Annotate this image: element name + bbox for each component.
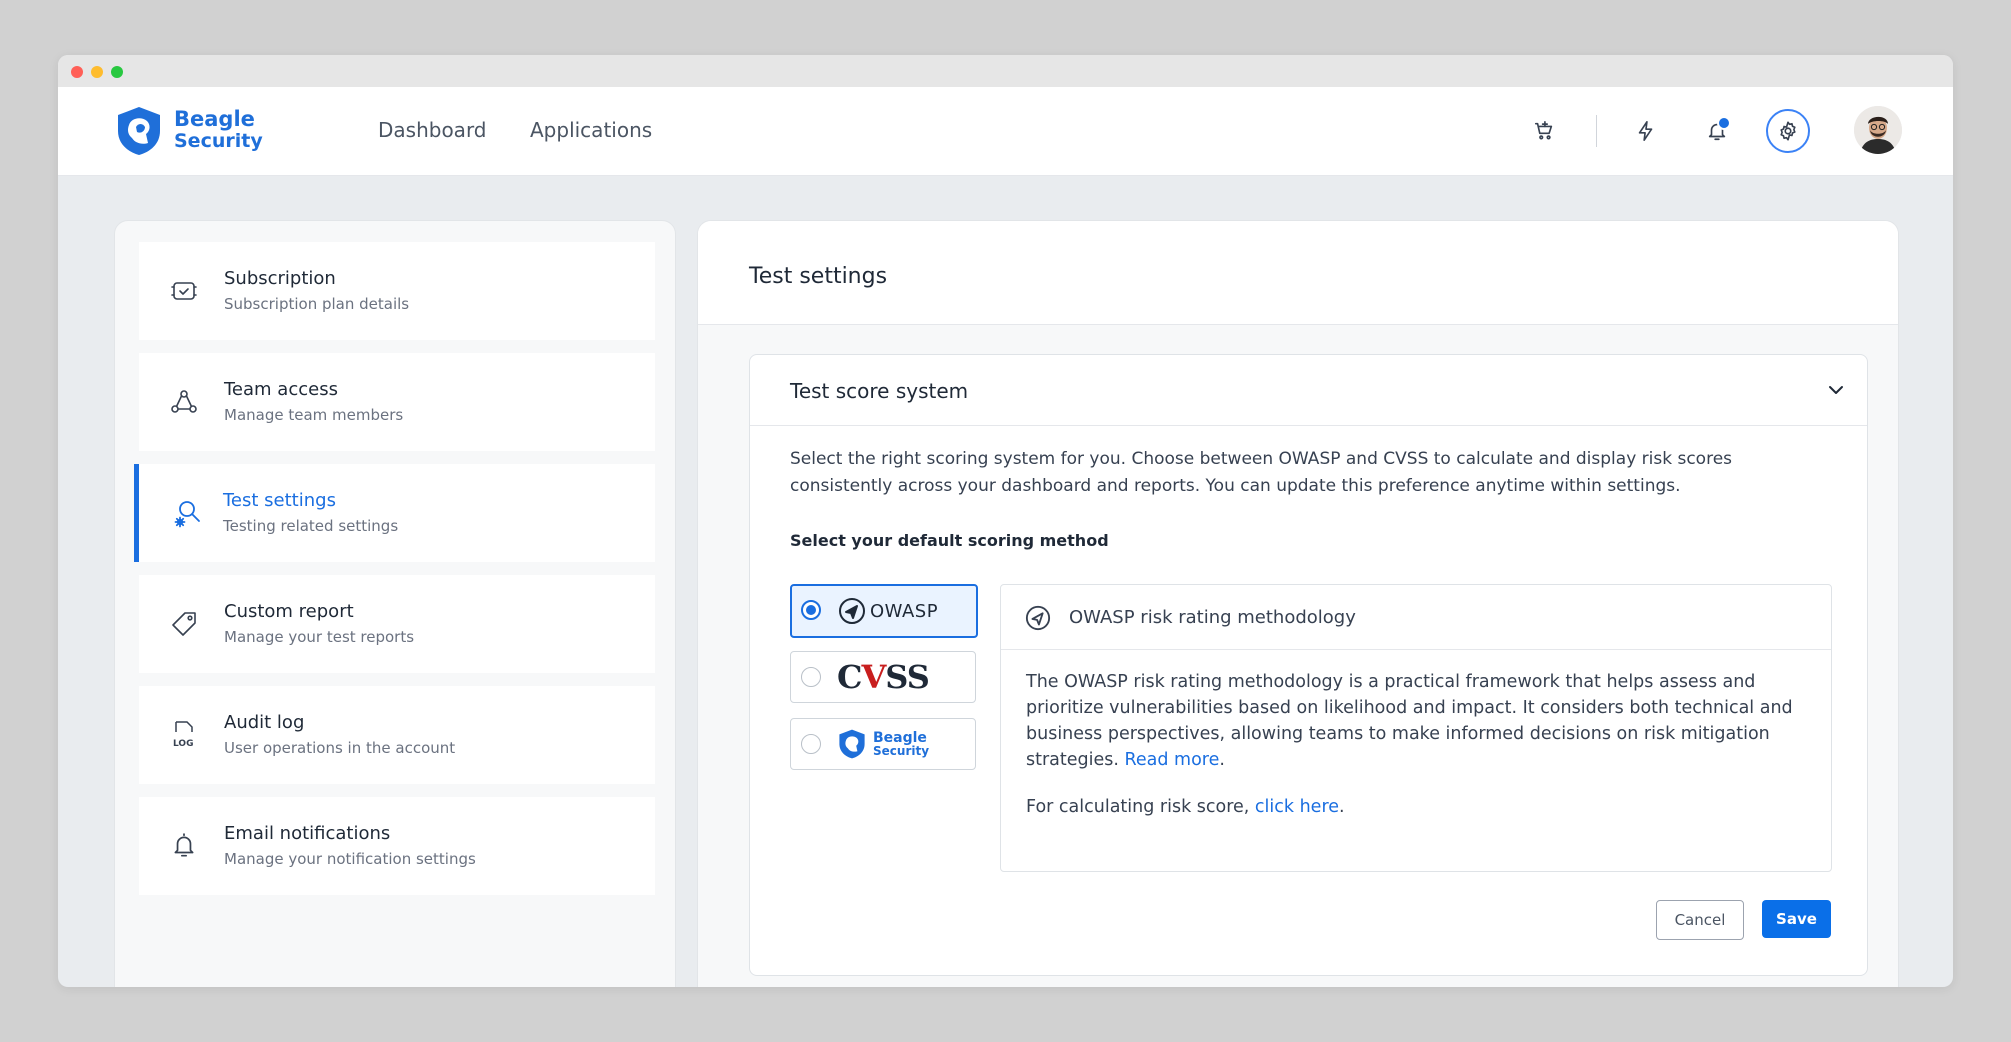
card-description: Select the right scoring system for you.…	[790, 449, 1733, 496]
sidebar-item-title: Test settings	[223, 490, 336, 511]
option-owasp[interactable]: OWASP	[790, 584, 978, 638]
test-settings-icon	[173, 498, 203, 528]
tag-icon	[169, 609, 199, 639]
cancel-button[interactable]: Cancel	[1656, 900, 1744, 940]
team-icon	[169, 387, 199, 417]
settings-button[interactable]	[1766, 109, 1810, 153]
sidebar-item-title: Team access	[224, 379, 338, 400]
sidebar-item-subscription[interactable]: Subscription Subscription plan details	[139, 242, 655, 340]
sidebar-item-test-settings[interactable]: Test settings Testing related settings	[134, 464, 655, 562]
close-window-button[interactable]	[71, 66, 83, 78]
option-cvss[interactable]: CVSS	[790, 651, 976, 703]
notification-dot	[1717, 116, 1731, 130]
beagle-mini-line2: Security	[873, 744, 930, 758]
sidebar-item-subtitle: Manage your notification settings	[224, 850, 476, 868]
cart-icon	[1534, 121, 1553, 140]
cvss-logo: CVSS	[837, 658, 930, 696]
sidebar-item-email-notifications[interactable]: Email notifications Manage your notifica…	[139, 797, 655, 895]
radio-owasp[interactable]	[801, 600, 821, 620]
owasp-icon	[1025, 605, 1051, 631]
detail-title: OWASP risk rating methodology	[1069, 607, 1356, 628]
beagle-security-mini-text: Beagle Security	[873, 731, 929, 757]
sidebar-item-team-access[interactable]: Team access Manage team members	[139, 353, 655, 451]
logo-text-line1: Beagle	[174, 107, 255, 131]
sidebar-item-subtitle: Testing related settings	[223, 517, 399, 535]
beagle-shield-icon	[118, 107, 160, 155]
period: .	[1219, 750, 1225, 770]
save-button[interactable]: Save	[1762, 900, 1831, 938]
window-titlebar	[58, 55, 1953, 87]
sidebar-item-subtitle: Subscription plan details	[224, 295, 410, 313]
option-beagle-security[interactable]: Beagle Security	[790, 718, 976, 770]
cart-button[interactable]	[1528, 115, 1560, 147]
subscription-icon	[169, 276, 199, 306]
calc-prefix: For calculating risk score,	[1026, 797, 1255, 817]
page-title: Test settings	[749, 264, 888, 289]
radio-beagle-security[interactable]	[801, 734, 821, 754]
quick-actions-button[interactable]	[1630, 115, 1662, 147]
card-title: Test score system	[790, 379, 969, 403]
log-icon: LOG	[169, 720, 199, 750]
main-header: Test settings	[698, 221, 1898, 325]
detail-body: The OWASP risk rating methodology is a p…	[1026, 669, 1816, 841]
browser-window: Beagle Security Dashboard Applications S…	[58, 55, 1953, 987]
read-more-link[interactable]: Read more	[1125, 750, 1220, 770]
user-avatar[interactable]	[1854, 106, 1902, 154]
main-panel: Test settings Test score system Select t…	[697, 220, 1899, 987]
maximize-window-button[interactable]	[111, 66, 123, 78]
method-detail-panel: OWASP risk rating methodology The OWASP …	[1000, 584, 1832, 872]
owasp-logo-text: OWASP	[870, 600, 939, 622]
sidebar-item-subtitle: User operations in the account	[224, 739, 456, 757]
nav-divider	[1596, 115, 1597, 147]
settings-sidebar: Subscription Subscription plan details T…	[114, 220, 676, 987]
nav-dashboard-link[interactable]: Dashboard	[378, 118, 487, 142]
scoring-method-label: Select your default scoring method	[790, 531, 1109, 550]
sidebar-item-subtitle: Manage your test reports	[224, 628, 415, 646]
test-score-system-card: Test score system Select the right scori…	[749, 354, 1868, 976]
bell-icon	[169, 831, 199, 861]
period: .	[1339, 797, 1345, 817]
gear-icon	[1780, 121, 1796, 141]
nav-applications-link[interactable]: Applications	[530, 118, 652, 142]
sidebar-item-title: Custom report	[224, 601, 354, 622]
beagle-security-mini-logo: Beagle Security	[837, 729, 929, 759]
sidebar-item-subtitle: Manage team members	[224, 406, 404, 424]
detail-header: OWASP risk rating methodology	[1001, 585, 1831, 650]
owasp-logo: OWASP	[838, 596, 938, 626]
card-header-toggle[interactable]: Test score system	[750, 355, 1867, 426]
sidebar-item-title: Subscription	[224, 268, 336, 289]
logo-text-line2: Security	[174, 130, 263, 152]
user-avatar-image	[1854, 106, 1902, 154]
chevron-down-icon[interactable]	[1825, 379, 1847, 401]
sidebar-item-audit-log[interactable]: LOG Audit log User operations in the acc…	[139, 686, 655, 784]
top-navigation: Beagle Security Dashboard Applications	[58, 87, 1953, 176]
cvss-logo-text: CVSS	[837, 658, 930, 696]
radio-cvss[interactable]	[801, 667, 821, 687]
minimize-window-button[interactable]	[91, 66, 103, 78]
owasp-icon	[839, 598, 865, 624]
sidebar-item-title: Email notifications	[224, 823, 391, 844]
click-here-link[interactable]: click here	[1255, 797, 1339, 817]
sidebar-item-title: Audit log	[224, 712, 305, 733]
sidebar-item-custom-report[interactable]: Custom report Manage your test reports	[139, 575, 655, 673]
beagle-shield-icon	[839, 729, 865, 759]
calc-paragraph: For calculating risk score, click here.	[1026, 794, 1816, 820]
bolt-icon	[1638, 121, 1653, 141]
beagle-security-logo[interactable]: Beagle Security	[114, 103, 264, 157]
notifications-button[interactable]	[1701, 115, 1733, 147]
detail-paragraph: The OWASP risk rating methodology is a p…	[1026, 669, 1816, 773]
svg-text:LOG: LOG	[173, 739, 193, 749]
beagle-mini-line1: Beagle	[873, 730, 927, 746]
